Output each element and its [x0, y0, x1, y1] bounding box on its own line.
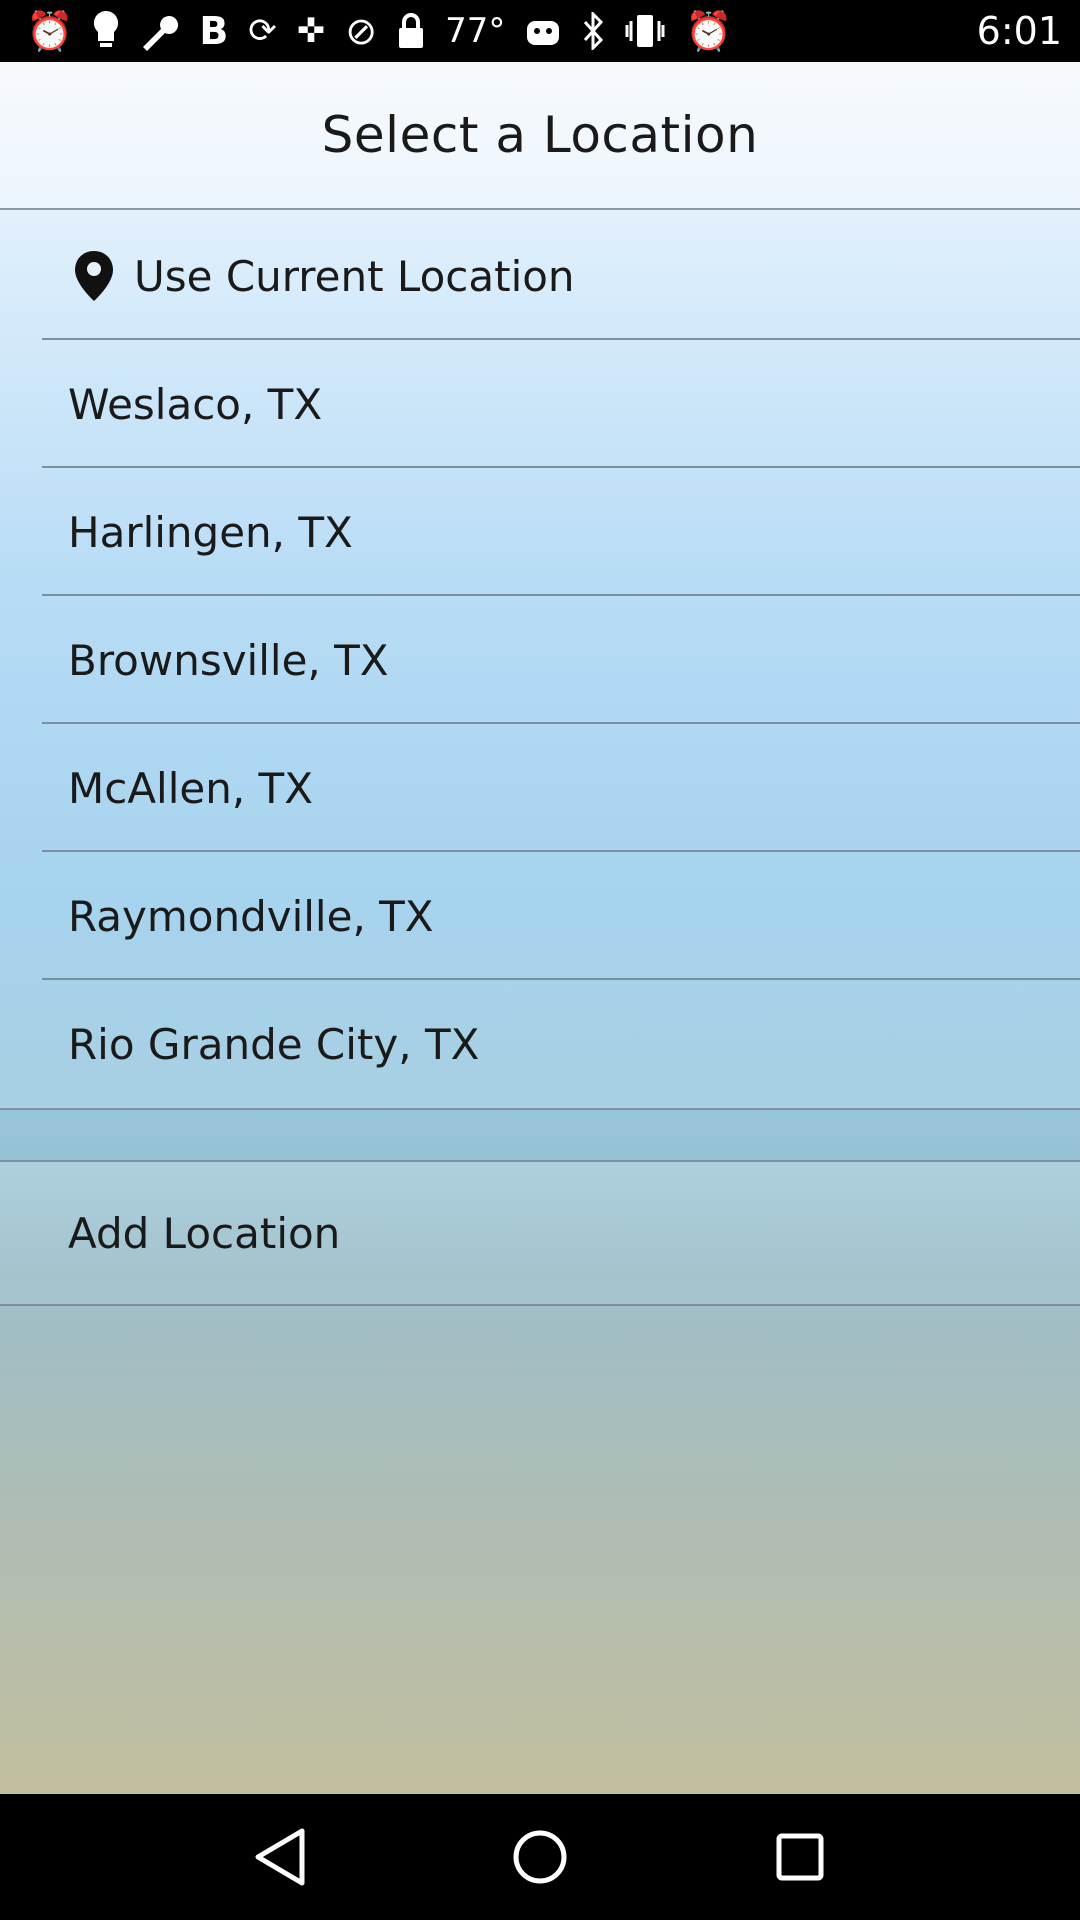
location-item-mcallen[interactable]: McAllen, TX — [0, 724, 1080, 852]
location-item-raymondville[interactable]: Raymondville, TX — [0, 852, 1080, 980]
page-title: Select a Location — [321, 106, 759, 164]
location-label: Raymondville, TX — [68, 891, 434, 941]
wrench-icon — [139, 11, 179, 51]
bulb-icon — [93, 11, 119, 51]
recents-icon — [776, 1833, 824, 1881]
temperature-text: 77° — [445, 11, 506, 51]
navigation-bar — [0, 1794, 1080, 1920]
back-icon — [255, 1828, 305, 1886]
current-location-label: Use Current Location — [134, 251, 575, 301]
add-location-button[interactable]: Add Location — [0, 1162, 1080, 1306]
blocked-icon: ⊘ — [345, 9, 378, 53]
status-icons: ⏰ B ⟳ ✜ ⊘ 77° ⏰ — [26, 11, 959, 51]
location-item-harlingen[interactable]: Harlingen, TX — [0, 468, 1080, 596]
sync-icon: ⟳ — [248, 11, 277, 51]
vibrate-icon — [625, 13, 665, 49]
gps-icon: ✜ — [296, 11, 326, 51]
bluetooth-icon — [581, 12, 605, 50]
home-button[interactable] — [500, 1817, 580, 1897]
location-label: Rio Grande City, TX — [68, 1019, 480, 1069]
location-item-rio-grande-city[interactable]: Rio Grande City, TX — [0, 980, 1080, 1108]
back-button[interactable] — [240, 1817, 320, 1897]
recents-button[interactable] — [760, 1817, 840, 1897]
location-item-weslaco[interactable]: Weslaco, TX — [0, 340, 1080, 468]
location-label: McAllen, TX — [68, 763, 313, 813]
alarm-icon: ⏰ — [26, 9, 74, 53]
lock-icon — [397, 12, 425, 50]
location-label: Harlingen, TX — [68, 507, 353, 557]
location-label: Brownsville, TX — [68, 635, 389, 685]
add-location-label: Add Location — [68, 1208, 341, 1258]
clock-time: 6:01 — [976, 9, 1062, 53]
location-screen: Select a Location Use Current Location W… — [0, 62, 1080, 1794]
bold-b-icon: B — [199, 9, 229, 53]
use-current-location-button[interactable]: Use Current Location — [0, 212, 1080, 340]
header: Select a Location — [0, 62, 1080, 210]
location-label: Weslaco, TX — [68, 379, 323, 429]
map-pin-icon — [75, 251, 113, 301]
location-item-brownsville[interactable]: Brownsville, TX — [0, 596, 1080, 724]
home-icon — [513, 1830, 567, 1884]
alarm-icon-2: ⏰ — [685, 9, 733, 53]
battery-saver-icon — [525, 15, 561, 47]
section-separator — [0, 1108, 1080, 1162]
status-bar: ⏰ B ⟳ ✜ ⊘ 77° ⏰ 6:01 — [0, 0, 1080, 62]
